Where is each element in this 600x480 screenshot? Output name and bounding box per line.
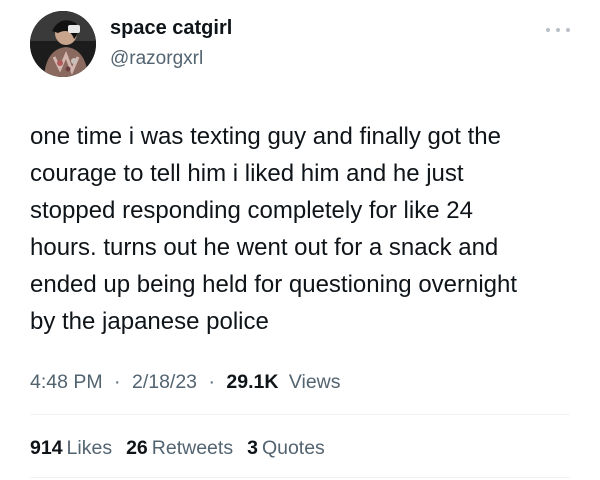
tweet-date[interactable]: 2/18/23 <box>132 371 197 393</box>
tweet-time[interactable]: 4:48 PM <box>30 371 103 393</box>
views-label: Views <box>288 371 341 393</box>
author-handle[interactable]: @razorgxrl <box>110 47 203 71</box>
quotes-stat[interactable]: 3 Quotes <box>247 436 325 460</box>
tweet-text: one time i was texting guy and finally g… <box>30 123 518 335</box>
more-options-icon[interactable] <box>546 24 570 36</box>
retweets-label: Retweets <box>151 437 234 459</box>
views-count: 29.1K <box>226 371 279 393</box>
more-dot <box>566 28 570 32</box>
more-dot <box>556 28 560 32</box>
tweet-meta: 4:48 PM · 2/18/23 · 29.1K Views <box>30 370 341 394</box>
likes-label: Likes <box>66 437 113 459</box>
divider <box>30 414 570 415</box>
avatar-image <box>30 11 96 77</box>
quotes-count: 3 <box>247 437 258 459</box>
tweet-card: space catgirl @razorgxrl one time i was … <box>0 0 600 480</box>
divider <box>30 477 570 478</box>
avatar[interactable] <box>30 11 96 77</box>
quotes-label: Quotes <box>261 437 325 459</box>
author-display-name[interactable]: space catgirl <box>110 16 232 40</box>
retweets-count: 26 <box>126 437 148 459</box>
meta-separator: · <box>114 371 121 393</box>
more-dot <box>546 28 550 32</box>
likes-count: 914 <box>30 437 63 459</box>
engagement-stats: 914 Likes 26 Retweets 3 Quotes <box>30 436 339 460</box>
likes-stat[interactable]: 914 Likes <box>30 436 112 460</box>
retweets-stat[interactable]: 26 Retweets <box>126 436 233 460</box>
meta-separator: · <box>208 371 215 393</box>
